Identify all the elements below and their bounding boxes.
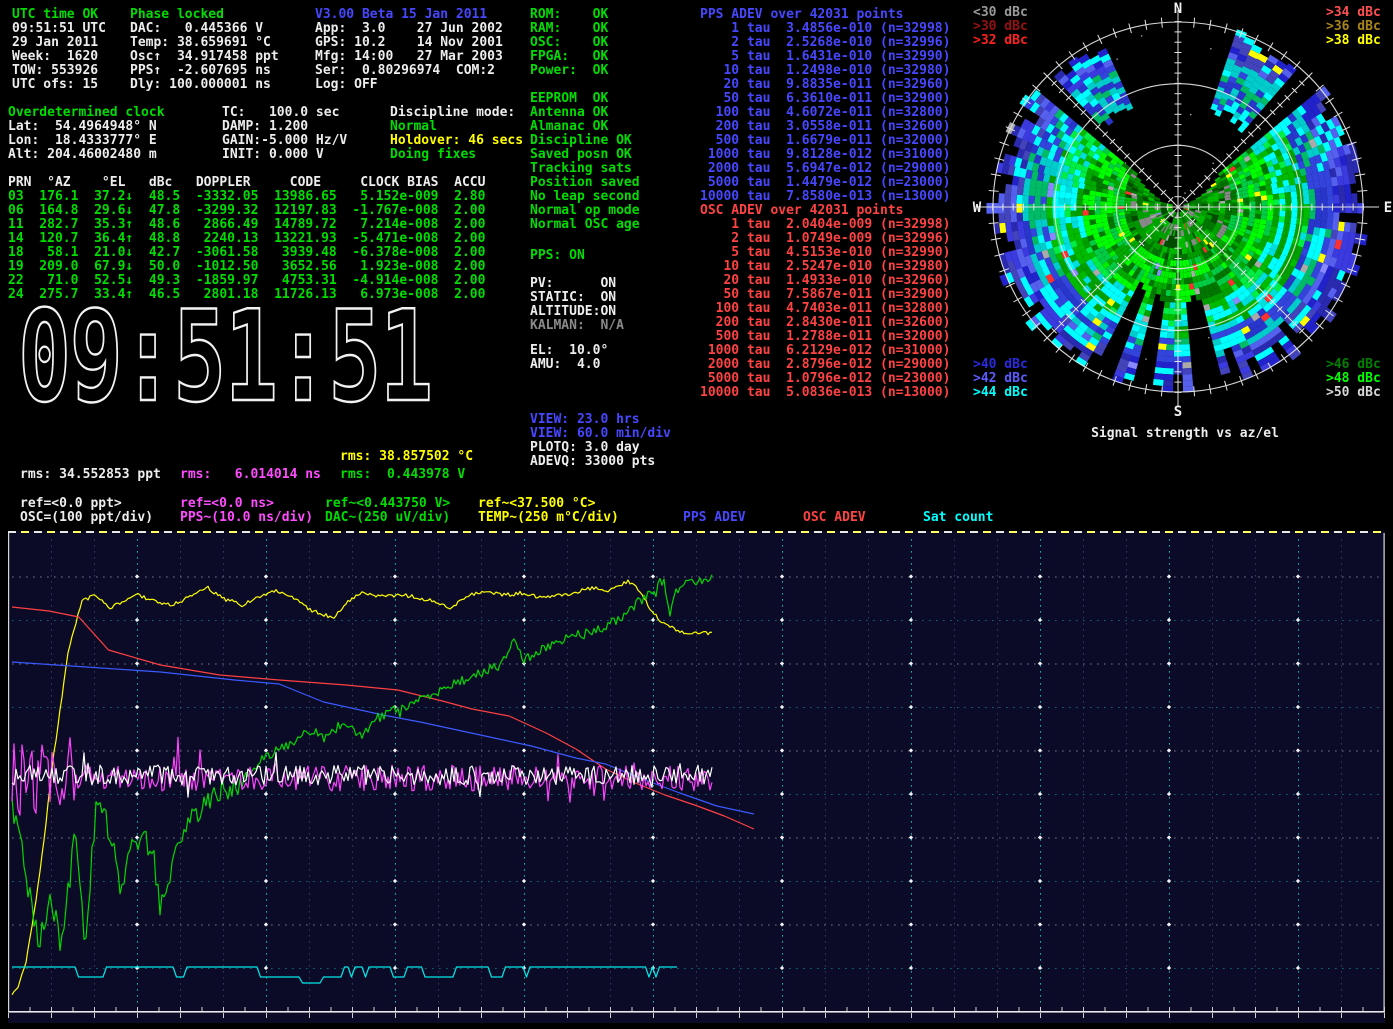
- osc-adev-plot-label: OSC ADEV: [803, 511, 866, 525]
- view-panel-blue: VIEW: 23.0 hrsVIEW: 60.0 min/div: [530, 413, 671, 441]
- selftest-panel: ROM: OKRAM: OKOSC: OKFPGA: OKPower: OK: [530, 8, 608, 78]
- strip-chart-plot-area[interactable]: [8, 531, 1385, 1023]
- version-title: V3.00 Beta 15 Jan 2011: [315, 8, 487, 22]
- compass-north-label: N: [1174, 1, 1182, 17]
- kalman-label: KALMAN: N/A: [530, 319, 624, 333]
- osc-ref-legend: ref=<0.0 ppt>OSC=(100 ppt/div): [20, 497, 153, 525]
- dbc-legend-left-bottom: >40 dBc>42 dBc>44 dBc: [973, 358, 1028, 400]
- amu-mask-label: AMU: 4.0: [530, 358, 600, 372]
- el-mask-label: EL: 10.0°: [530, 344, 608, 358]
- pps-adev-plot-label: PPS ADEV: [683, 511, 746, 525]
- osc-adev-table: 1 tau 2.0404e-009 (n=32998) 2 tau 1.0749…: [700, 218, 950, 400]
- big-digital-clock: 09:51:51: [18, 302, 347, 412]
- compass-east-label: E: [1384, 200, 1392, 216]
- loop-params-panel: TC: 100.0 secDAMP: 1.200GAIN:-5.000 Hz/V…: [222, 106, 347, 162]
- temp-ref-legend: ref~<37.500 °C>TEMP~(250 m°C/div): [478, 497, 619, 525]
- sat-count-plot-label: Sat count: [923, 511, 993, 525]
- osc-adev-title: OSC ADEV over 42031 points: [700, 204, 904, 218]
- pps-ref-legend: ref=<0.0 ns>PPS~(10.0 ns/div): [180, 497, 313, 525]
- compass-south-label: S: [1174, 404, 1182, 420]
- polar-map-title: Signal strength vs az/el: [975, 427, 1393, 441]
- version-panel: App: 3.0 27 Jun 2002GPS: 10.2 14 Nov 200…: [315, 22, 503, 92]
- mode-panel: PV: ONSTATIC: ONALTITUDE:ON: [530, 277, 616, 319]
- rms-dac-label: rms: 0.443978 V: [340, 468, 465, 482]
- discipline-mode-panel: NormalHoldover: 46 secsDoing fixes: [390, 120, 523, 162]
- clock-mode-title: Overdetermined clock: [8, 106, 165, 120]
- pps-adev-title: PPS ADEV over 42031 points: [700, 8, 904, 22]
- rms-pps-label: rms: 6.014014 ns: [180, 468, 321, 482]
- phase-status-title: Phase locked: [130, 8, 224, 22]
- dac-ref-legend: ref~<0.443750 V>DAC~(250 uV/div): [325, 497, 450, 525]
- phase-panel: DAC: 0.445366 VTemp: 38.659691 °COsc↑ 34…: [130, 22, 279, 92]
- discipline-mode-title: Discipline mode:: [390, 106, 515, 120]
- dbc-legend-right-top: >34 dBc>36 dBc>38 dBc: [1326, 6, 1381, 48]
- compass-west-label: W: [973, 200, 982, 216]
- gps-status-panel: EEPROM OKAntenna OKAlmanac OKDiscipline …: [530, 92, 640, 232]
- pps-state-label: PPS: ON: [530, 249, 585, 263]
- utc-status-title: UTC time OK: [12, 8, 98, 22]
- view-panel-white: PLOTQ: 3.0 dayADEVQ: 33000 pts: [530, 441, 655, 469]
- pps-adev-table: 1 tau 3.4856e-010 (n=32998) 2 tau 2.5268…: [700, 22, 950, 204]
- position-panel: Lat: 54.4964948° NLon: 18.4333777° EAlt:…: [8, 120, 157, 162]
- dbc-legend-left-top: <30 dBc>30 dBc>32 dBc: [973, 6, 1028, 48]
- utc-time-panel: 09:51:51 UTC29 Jan 2011Week: 1620TOW: 55…: [12, 22, 106, 92]
- rms-temp-label: rms: 38.857502 °C: [340, 450, 473, 464]
- sat-table-header: PRN °AZ °EL dBc DOPPLER CODE CLOCK BIAS …: [8, 176, 485, 190]
- lady-heather-screen: UTC time OK 09:51:51 UTC29 Jan 2011Week:…: [0, 0, 1393, 1029]
- rms-osc-label: rms: 34.552853 ppt: [20, 468, 161, 482]
- dbc-legend-right-bottom: >46 dBc>48 dBc>50 dBc: [1326, 358, 1381, 400]
